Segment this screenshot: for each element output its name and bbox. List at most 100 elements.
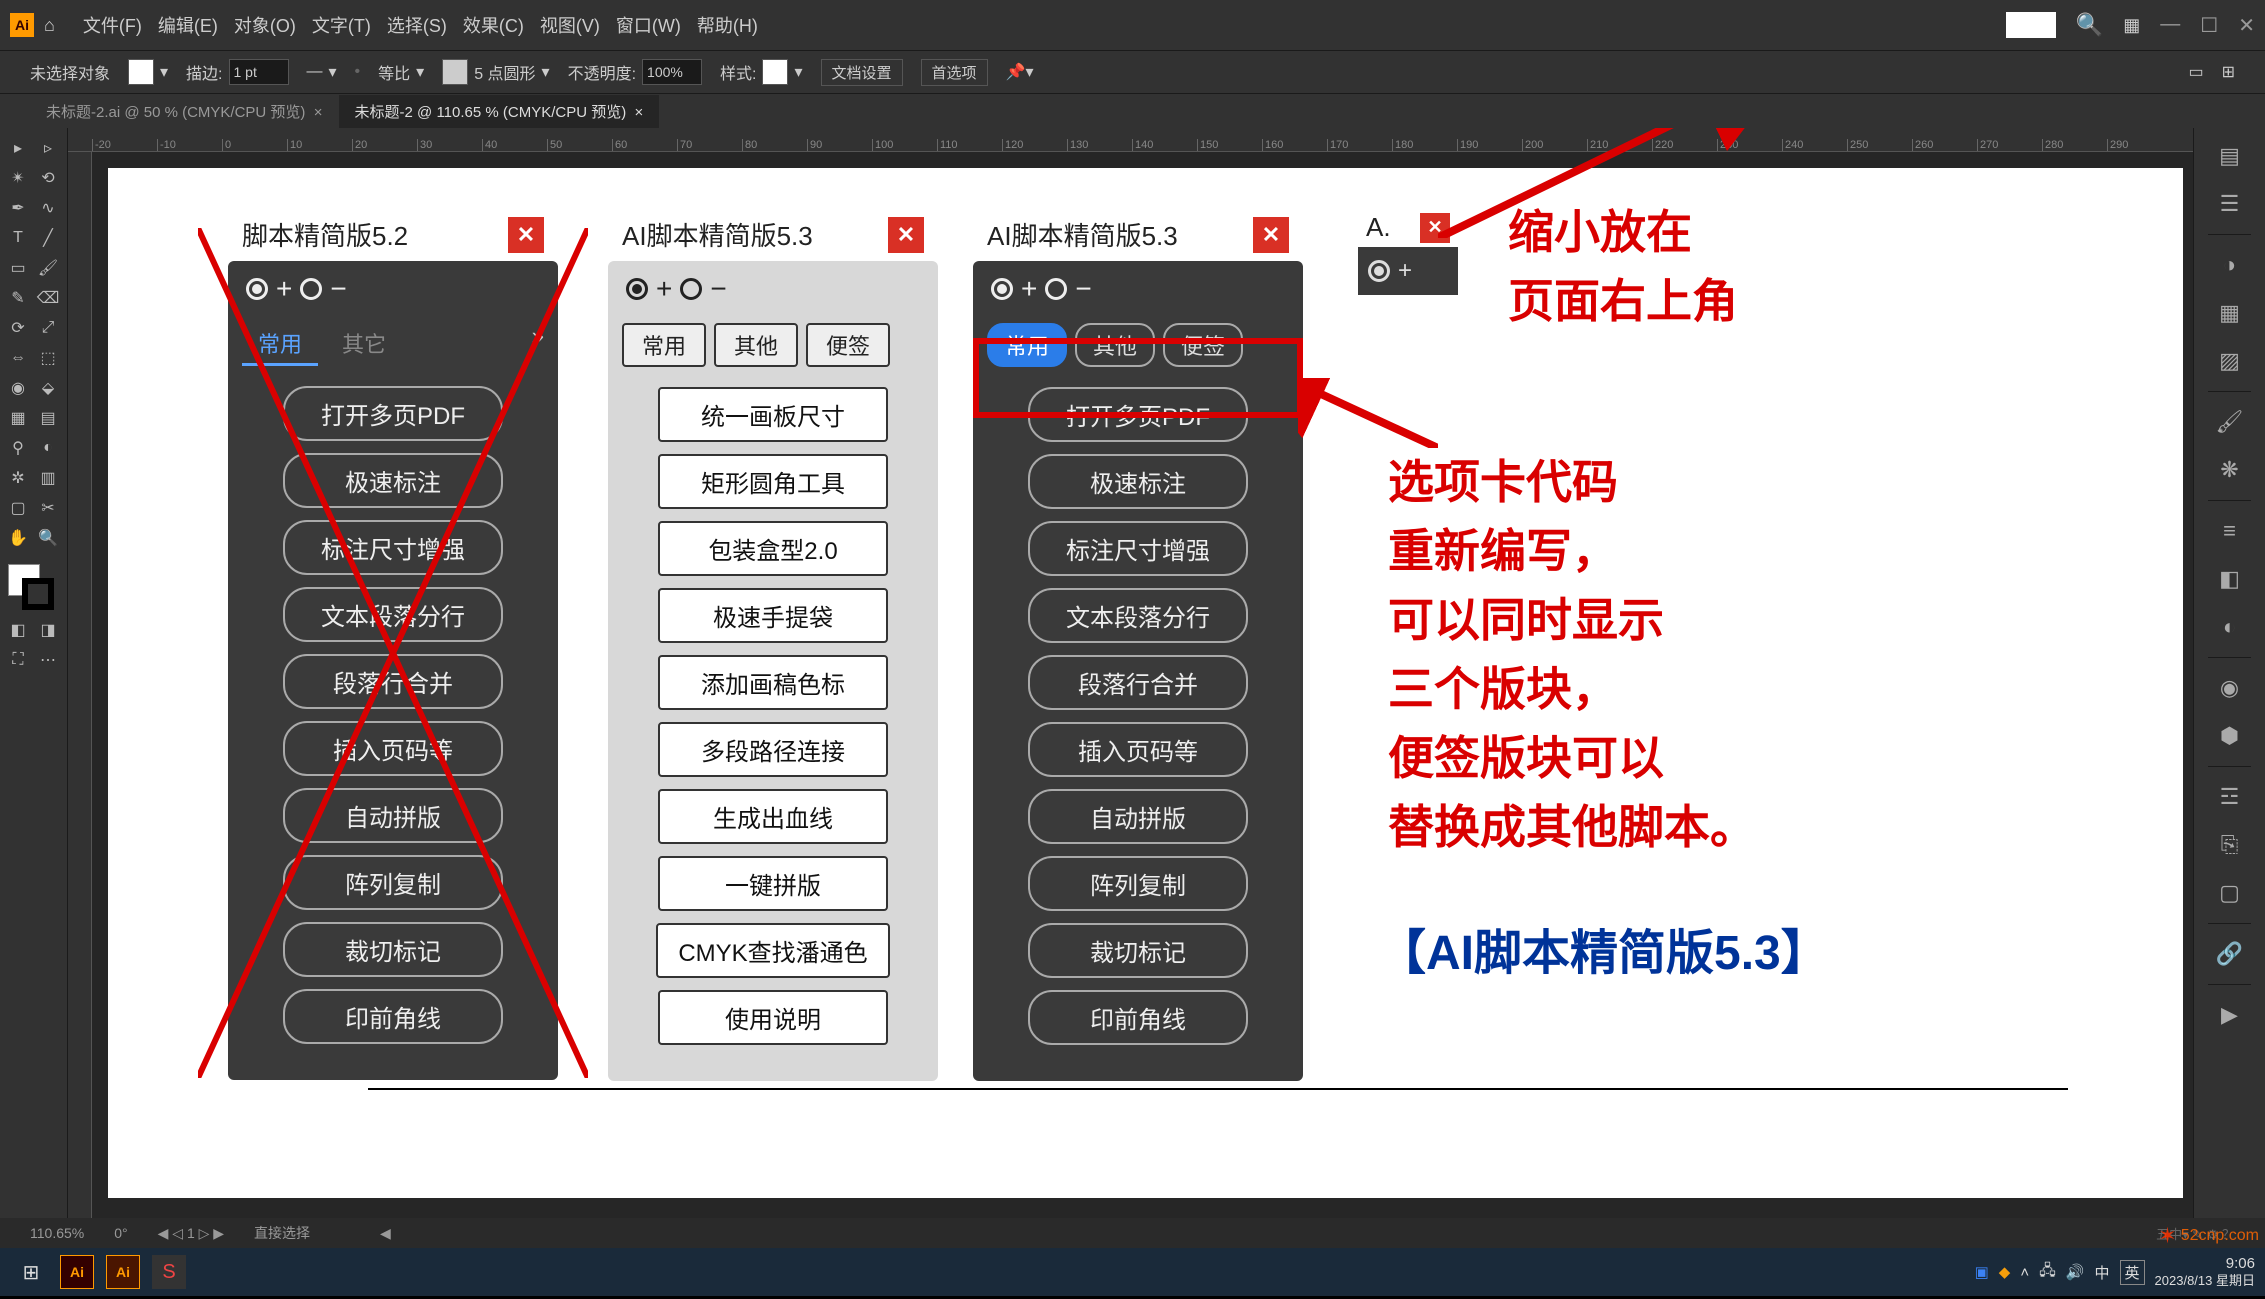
mesh-tool[interactable]: ▦ xyxy=(4,404,32,432)
btn2-prepress-corner[interactable]: 印前角线 xyxy=(1028,990,1248,1045)
play-icon[interactable]: ▶ xyxy=(2212,997,2248,1033)
tray-icon-2[interactable]: ◆ xyxy=(1999,1263,2011,1281)
btn2-auto-impose[interactable]: 自动拼版 xyxy=(1028,789,1248,844)
rectangle-tool[interactable]: ▭ xyxy=(4,254,32,282)
tab-dark-other[interactable]: 其他 xyxy=(1075,323,1155,367)
properties-panel-icon[interactable]: ▤ xyxy=(2212,138,2248,174)
btn-one-impose[interactable]: 一键拼版 xyxy=(658,856,888,911)
tray-ime-icon[interactable]: 中 xyxy=(2095,1262,2110,1283)
panel-53-light-close[interactable]: ✕ xyxy=(888,217,924,253)
symbols-panel-icon[interactable]: ❋ xyxy=(2212,452,2248,488)
stroke-input[interactable] xyxy=(229,59,289,85)
slice-tool[interactable]: ✂ xyxy=(34,494,62,522)
graphic-styles-icon[interactable]: ⬢ xyxy=(2212,718,2248,754)
panel-52-tab-other[interactable]: 其它 xyxy=(326,323,402,366)
hand-tool[interactable]: ✋ xyxy=(4,524,32,552)
appearance-panel-icon[interactable]: ◉ xyxy=(2212,670,2248,706)
btn-rect-round[interactable]: 矩形圆角工具 xyxy=(658,454,888,509)
btn-multi-path[interactable]: 多段路径连接 xyxy=(658,722,888,777)
btn2-text-split[interactable]: 文本段落分行 xyxy=(1028,588,1248,643)
taskbar-ai-1[interactable]: Ai xyxy=(56,1251,98,1293)
menu-view[interactable]: 视图(V) xyxy=(540,12,600,38)
btn-dim-enhance[interactable]: 标注尺寸增强 xyxy=(283,520,503,575)
btn-auto-impose[interactable]: 自动拼版 xyxy=(283,788,503,843)
brushes-panel-icon[interactable]: 🖌 xyxy=(2212,404,2248,440)
btn-crop-marks[interactable]: 裁切标记 xyxy=(283,922,503,977)
btn-package-box[interactable]: 包装盒型2.0 xyxy=(658,521,888,576)
layers-panel-icon[interactable]: ☲ xyxy=(2212,779,2248,815)
screen-mode-icon[interactable]: ⛶ xyxy=(4,646,32,674)
doc-setup-button[interactable]: 文档设置 xyxy=(821,59,903,86)
panel-52-close[interactable]: ✕ xyxy=(508,217,544,253)
zoom-level[interactable]: 110.65% xyxy=(30,1225,84,1241)
btn2-insert-page[interactable]: 插入页码等 xyxy=(1028,722,1248,777)
title-search-box[interactable] xyxy=(2006,12,2056,38)
paintbrush-tool[interactable]: 🖌 xyxy=(34,254,62,282)
panel-53-dark-close[interactable]: ✕ xyxy=(1253,217,1289,253)
btn2-fast-annotate[interactable]: 极速标注 xyxy=(1028,454,1248,509)
edit-toolbar-icon[interactable]: ⋯ xyxy=(34,646,62,674)
gradient-panel-icon[interactable]: ◧ xyxy=(2212,561,2248,597)
doc-tab-1[interactable]: 未标题-2.ai @ 50 % (CMYK/CPU 预览) × xyxy=(30,95,339,128)
chevron-right-icon[interactable]: » xyxy=(532,323,544,366)
panel-53-dark-radios[interactable]: +− xyxy=(973,261,1303,317)
selection-tool[interactable]: ▸ xyxy=(4,134,32,162)
menu-window[interactable]: 窗口(W) xyxy=(616,12,681,38)
tray-network-icon[interactable]: 🖧 xyxy=(2039,1260,2056,1285)
type-tool[interactable]: T xyxy=(4,224,32,252)
btn-text-split[interactable]: 文本段落分行 xyxy=(283,587,503,642)
line-tool[interactable]: ╱ xyxy=(34,224,62,252)
draw-mode-icon[interactable]: ◨ xyxy=(34,616,62,644)
btn-add-swatch[interactable]: 添加画稿色标 xyxy=(658,655,888,710)
window-close[interactable]: ✕ xyxy=(2238,13,2255,38)
stroke-panel-icon[interactable]: ≡ xyxy=(2212,513,2248,549)
perspective-tool[interactable]: ⬙ xyxy=(34,374,62,402)
brush-swatch[interactable] xyxy=(442,59,468,85)
btn-insert-page[interactable]: 插入页码等 xyxy=(283,721,503,776)
eraser-tool[interactable]: ⌫ xyxy=(34,284,62,312)
tab-light-other[interactable]: 其他 xyxy=(714,323,798,367)
tray-lang-icon[interactable]: 英 xyxy=(2120,1260,2145,1285)
magic-wand-tool[interactable]: ✴ xyxy=(4,164,32,192)
btn-cmyk-pantone[interactable]: CMYK查找潘通色 xyxy=(656,923,889,978)
panel-52-radios[interactable]: +− xyxy=(228,261,558,317)
window-minimize[interactable]: — xyxy=(2160,13,2180,38)
tab-light-common[interactable]: 常用 xyxy=(622,323,706,367)
arrange-icon[interactable]: ▦ xyxy=(2123,15,2140,36)
shape-builder-tool[interactable]: ◉ xyxy=(4,374,32,402)
menu-edit[interactable]: 编辑(E) xyxy=(158,12,218,38)
btn2-para-merge[interactable]: 段落行合并 xyxy=(1028,655,1248,710)
btn-array-copy[interactable]: 阵列复制 xyxy=(283,855,503,910)
mini-panel-close[interactable]: ✕ xyxy=(1420,213,1450,243)
links-panel-icon[interactable]: 🔗 xyxy=(2212,936,2248,972)
uniform-label[interactable]: 等比 xyxy=(378,60,410,84)
menu-select[interactable]: 选择(S) xyxy=(387,12,447,38)
tab-light-notes[interactable]: 便签 xyxy=(806,323,890,367)
color-guide-icon[interactable]: ▦ xyxy=(2212,295,2248,331)
panel-52-tab-common[interactable]: 常用 xyxy=(242,323,318,366)
style-swatch[interactable] xyxy=(762,59,788,85)
menu-help[interactable]: 帮助(H) xyxy=(697,12,758,38)
tab-dark-common[interactable]: 常用 xyxy=(987,323,1067,367)
color-mode-icon[interactable]: ◧ xyxy=(4,616,32,644)
btn2-crop-marks[interactable]: 裁切标记 xyxy=(1028,923,1248,978)
start-button[interactable]: ⊞ xyxy=(10,1251,52,1293)
btn-unify-artboard[interactable]: 统一画板尺寸 xyxy=(658,387,888,442)
graph-tool[interactable]: ▥ xyxy=(34,464,62,492)
btn-fast-bag[interactable]: 极速手提袋 xyxy=(658,588,888,643)
zoom-tool[interactable]: 🔍 xyxy=(34,524,62,552)
btn-para-merge[interactable]: 段落行合并 xyxy=(283,654,503,709)
asset-export-icon[interactable]: ⎘ xyxy=(2212,827,2248,863)
prefs-button[interactable]: 首选项 xyxy=(921,59,988,86)
doc-tab-2[interactable]: 未标题-2 @ 110.65 % (CMYK/CPU 预览) × xyxy=(339,95,660,128)
panel-53-light-radios[interactable]: +− xyxy=(608,261,938,317)
transparency-panel-icon[interactable]: ◐ xyxy=(2212,609,2248,645)
artboards-panel-icon[interactable]: ▢ xyxy=(2212,875,2248,911)
eyedropper-tool[interactable]: ⚲ xyxy=(4,434,32,462)
canvas[interactable]: -20-100102030405060708090100110120130140… xyxy=(68,128,2193,1218)
panel-grid-icon[interactable]: ⊞ xyxy=(2222,62,2235,82)
gradient-tool[interactable]: ▤ xyxy=(34,404,62,432)
scale-tool[interactable]: ⤢ xyxy=(34,314,62,342)
window-maximize[interactable]: ☐ xyxy=(2200,13,2218,38)
artboard-nav[interactable]: ◀ ◁ 1 ▷ ▶ xyxy=(158,1225,224,1242)
